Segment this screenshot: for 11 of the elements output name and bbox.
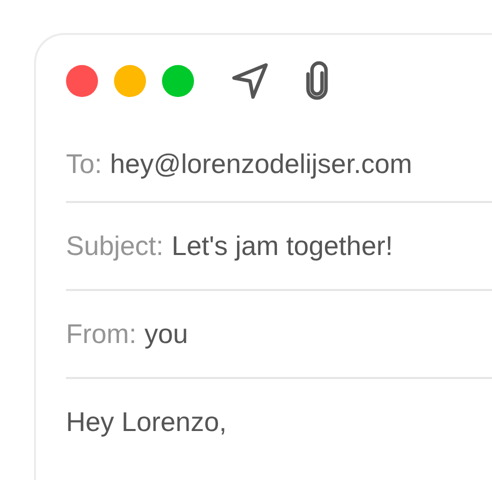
send-icon[interactable] [230, 61, 270, 101]
window-control-button[interactable] [66, 65, 98, 97]
message-body[interactable]: Hey Lorenzo, [66, 379, 492, 438]
field-label: To: [66, 148, 102, 180]
window-control-button[interactable] [162, 65, 194, 97]
field-value[interactable]: you [144, 318, 188, 350]
field-label: Subject: [66, 230, 164, 262]
field-value[interactable]: hey@lorenzodelijser.com [110, 148, 412, 180]
field-label: From: [66, 318, 136, 350]
window-control-button[interactable] [114, 65, 146, 97]
field-value[interactable]: Let's jam together! [172, 230, 393, 262]
